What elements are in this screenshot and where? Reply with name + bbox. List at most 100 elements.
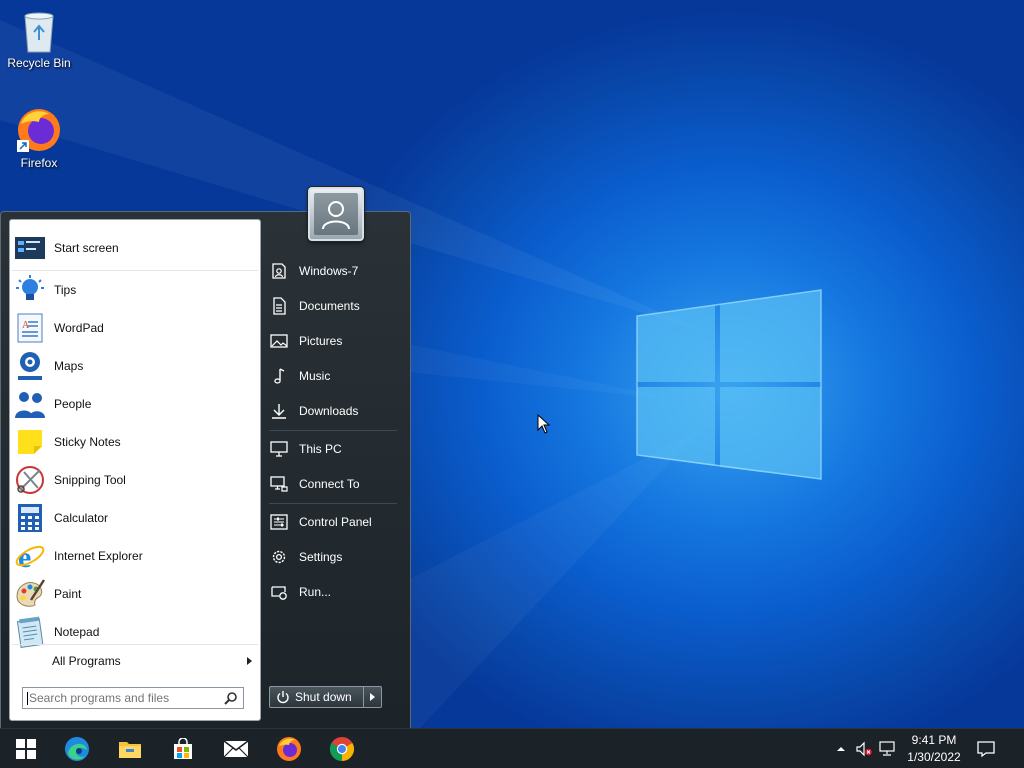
menu-item-user-folder[interactable]: Windows-7: [269, 256, 401, 286]
divider: [269, 430, 397, 431]
pictures-icon: [270, 334, 288, 348]
program-label: Tips: [54, 283, 77, 297]
program-label: Start screen: [54, 241, 119, 255]
clock-time: 9:41 PM: [911, 733, 957, 747]
connect-icon: [270, 476, 288, 492]
gear-icon: [272, 550, 286, 564]
mouse-cursor-icon: [537, 414, 551, 434]
internet-explorer-icon: e: [15, 541, 45, 572]
program-label: Notepad: [54, 625, 100, 639]
divider: [12, 270, 258, 271]
taskbar-firefox[interactable]: [263, 729, 315, 768]
all-programs-button[interactable]: All Programs: [12, 649, 258, 673]
menu-item-this-pc[interactable]: This PC: [269, 434, 401, 464]
user-icon: [322, 201, 350, 230]
menu-item-downloads[interactable]: Downloads: [269, 396, 401, 426]
menu-item-label: Control Panel: [299, 515, 372, 529]
start-screen-icon: [15, 237, 45, 259]
run-icon: [271, 586, 287, 600]
taskbar-file-explorer[interactable]: [104, 729, 156, 768]
menu-item-label: Downloads: [299, 404, 359, 418]
documents-icon: [273, 297, 286, 315]
menu-item-label: This PC: [299, 442, 342, 456]
shutdown-button[interactable]: Shut down: [270, 687, 364, 707]
paint-icon: [16, 579, 46, 607]
network-icon[interactable]: [878, 741, 896, 757]
chevron-right-icon: [247, 657, 252, 665]
program-sticky-notes[interactable]: Sticky Notes: [12, 424, 258, 460]
taskbar-chrome[interactable]: [316, 729, 368, 768]
search-box[interactable]: [22, 687, 244, 709]
control-panel-icon: [270, 514, 288, 530]
programs-pane: Start screen Tips A WordPad Maps People …: [9, 219, 261, 721]
program-label: Calculator: [54, 511, 109, 525]
program-people[interactable]: People: [12, 386, 258, 422]
search-input[interactable]: [23, 691, 219, 705]
text-caret: [27, 692, 28, 705]
chrome-icon: [329, 737, 355, 761]
taskbar: 9:41 PM 1/30/2022: [0, 728, 1024, 768]
menu-item-documents[interactable]: Documents: [269, 291, 401, 321]
file-explorer-icon: [119, 742, 141, 758]
edge-icon: [65, 737, 89, 761]
menu-item-label: Windows-7: [299, 264, 359, 278]
volume-muted-icon[interactable]: [855, 741, 873, 757]
all-programs-label: All Programs: [52, 654, 121, 668]
clock-date: 1/30/2022: [907, 750, 961, 764]
search-icon[interactable]: [224, 691, 238, 705]
program-snipping-tool[interactable]: Snipping Tool: [12, 462, 258, 498]
program-wordpad[interactable]: A WordPad: [12, 310, 258, 346]
program-label: WordPad: [54, 321, 104, 335]
desktop-icon-firefox[interactable]: Firefox: [0, 106, 78, 170]
firefox-icon: [17, 109, 60, 152]
menu-item-label: Connect To: [299, 477, 360, 491]
menu-item-pictures[interactable]: Pictures: [269, 326, 401, 356]
downloads-icon: [272, 404, 286, 419]
calculator-icon: [18, 504, 42, 532]
windows-start-icon: [16, 739, 36, 759]
program-label: Internet Explorer: [54, 549, 143, 563]
program-label: People: [54, 397, 92, 411]
music-icon: [274, 368, 285, 384]
program-label: Paint: [54, 587, 82, 601]
taskbar-edge[interactable]: [51, 729, 103, 768]
start-button[interactable]: [0, 729, 52, 768]
people-icon: [15, 392, 45, 418]
program-label: Maps: [54, 359, 84, 373]
menu-item-music[interactable]: Music: [269, 361, 401, 391]
chevron-up-icon[interactable]: [832, 741, 850, 757]
desktop-icon-recycle-bin[interactable]: Recycle Bin: [0, 8, 78, 70]
recycle-bin-icon: [24, 12, 54, 53]
start-menu: Start screen Tips A WordPad Maps People …: [0, 211, 411, 728]
firefox-icon: [277, 737, 301, 761]
divider: [269, 503, 397, 504]
menu-item-settings[interactable]: Settings: [269, 542, 401, 572]
windows-logo: [636, 289, 822, 480]
lightbulb-icon: [16, 275, 44, 300]
menu-item-label: Run...: [299, 585, 332, 599]
taskbar-clock[interactable]: 9:41 PM 1/30/2022: [903, 732, 965, 766]
taskbar-mail[interactable]: [210, 729, 262, 768]
user-account-picture[interactable]: [308, 187, 364, 241]
sticky-notes-icon: [18, 430, 42, 454]
divider: [12, 644, 258, 645]
user-folder-icon: [272, 263, 286, 279]
program-label: Sticky Notes: [54, 435, 121, 449]
notification-center-icon[interactable]: [976, 740, 996, 758]
menu-item-control-panel[interactable]: Control Panel: [269, 507, 401, 537]
shutdown-button-group: Shut down: [269, 686, 382, 708]
program-calculator[interactable]: Calculator: [12, 500, 258, 536]
menu-item-label: Documents: [299, 299, 360, 313]
power-icon: [277, 691, 289, 704]
menu-item-run[interactable]: Run...: [269, 577, 401, 607]
menu-item-connect-to[interactable]: Connect To: [269, 469, 401, 499]
program-start-screen[interactable]: Start screen: [12, 230, 258, 266]
computer-icon: [270, 441, 288, 457]
program-tips[interactable]: Tips: [12, 272, 258, 308]
snipping-tool-icon: [16, 466, 44, 494]
taskbar-store[interactable]: [157, 729, 209, 768]
program-internet-explorer[interactable]: e Internet Explorer: [12, 538, 258, 574]
program-maps[interactable]: Maps: [12, 348, 258, 384]
program-paint[interactable]: Paint: [12, 576, 258, 612]
shutdown-options-button[interactable]: [364, 687, 381, 707]
